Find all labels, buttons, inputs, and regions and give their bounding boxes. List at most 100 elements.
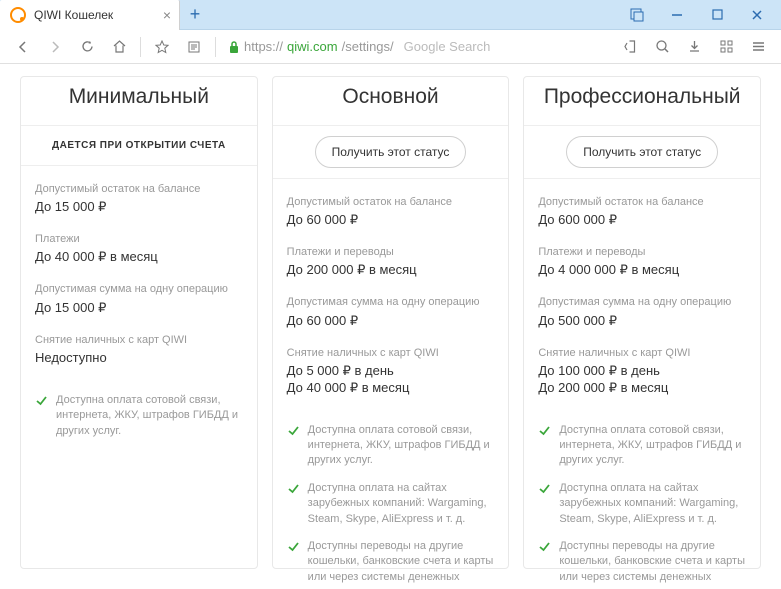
plan-row-label: Допустимый остаток на балансе — [35, 182, 243, 196]
check-icon — [287, 482, 300, 527]
address-bar[interactable]: https:// qiwi.com/settings/ Google Search — [222, 34, 613, 60]
check-icon — [287, 540, 300, 589]
feature-item: Доступны переводы на другие кошельки, ба… — [287, 539, 495, 589]
plan-title: Минимальный — [21, 77, 257, 125]
get-status-button[interactable]: Получить этот статус — [315, 136, 467, 168]
plan-row-label: Допустимый остаток на балансе — [287, 195, 495, 209]
qr-button[interactable] — [615, 32, 645, 62]
feature-text: Доступны переводы на другие кошельки, ба… — [308, 539, 495, 589]
plan-button-wrap: Получить этот статус — [524, 125, 760, 179]
plan-row: Снятие наличных с карт QIWI До 5 000 ₽ в … — [287, 346, 495, 397]
close-button[interactable] — [737, 1, 777, 29]
plan-button-wrap: Получить этот статус — [273, 125, 509, 179]
browser-titlebar: QIWI Кошелек × + — [0, 0, 781, 30]
plan-row-value: До 40 000 ₽ в месяц — [35, 249, 243, 266]
lock-icon — [228, 40, 240, 54]
plan-row-value: До 200 000 ₽ в месяц — [287, 262, 495, 279]
check-icon — [538, 540, 551, 589]
page-content: МинимальныйДАЕТСЯ ПРИ ОТКРЫТИИ СЧЕТАДопу… — [0, 64, 781, 589]
plan-body: Допустимый остаток на балансе До 60 000 ₽… — [273, 179, 509, 423]
plan-row-value: До 4 000 000 ₽ в месяц — [538, 262, 746, 279]
reader-mode-button[interactable] — [179, 32, 209, 62]
browser-tab[interactable]: QIWI Кошелек × — [0, 0, 180, 30]
plan-row: Допустимая сумма на одну операцию До 15 0… — [35, 282, 243, 316]
plan-row-value: До 100 000 ₽ в деньДо 200 000 ₽ в месяц — [538, 363, 746, 397]
plan-row-value: До 5 000 ₽ в деньДо 40 000 ₽ в месяц — [287, 363, 495, 397]
home-button[interactable] — [104, 32, 134, 62]
plan-row: Платежи и переводы До 4 000 000 ₽ в месяц — [538, 245, 746, 279]
plan-row: Допустимая сумма на одну операцию До 500 … — [538, 295, 746, 329]
plan-body: Допустимый остаток на балансе До 15 000 ₽… — [21, 166, 257, 393]
feature-item: Доступна оплата на сайтах зарубежных ком… — [287, 481, 495, 527]
search-button[interactable] — [647, 32, 677, 62]
plan-row: Платежи и переводы До 200 000 ₽ в месяц — [287, 245, 495, 279]
plan-row-label: Платежи и переводы — [538, 245, 746, 259]
plan-current-label: ДАЕТСЯ ПРИ ОТКРЫТИИ СЧЕТА — [21, 125, 257, 166]
window-controls — [617, 0, 781, 29]
plan-row-label: Допустимая сумма на одну операцию — [287, 295, 495, 309]
qiwi-favicon-icon — [10, 7, 26, 23]
feature-item: Доступны переводы на другие кошельки, ба… — [538, 539, 746, 589]
check-icon — [538, 482, 551, 527]
check-icon — [287, 424, 300, 469]
plan-row-value: Недоступно — [35, 350, 243, 367]
plan-column: МинимальныйДАЕТСЯ ПРИ ОТКРЫТИИ СЧЕТАДопу… — [20, 76, 258, 569]
plan-row-label: Снятие наличных с карт QIWI — [287, 346, 495, 360]
plan-row-label: Допустимый остаток на балансе — [538, 195, 746, 209]
close-icon[interactable]: × — [163, 8, 171, 22]
plan-row-label: Допустимая сумма на одну операцию — [35, 282, 243, 296]
feature-item: Доступна оплата на сайтах зарубежных ком… — [538, 481, 746, 527]
plan-row-label: Платежи и переводы — [287, 245, 495, 259]
feature-list: Доступна оплата сотовой связи, интернета… — [21, 393, 257, 461]
url-scheme: https:// — [244, 39, 283, 54]
feature-text: Доступна оплата на сайтах зарубежных ком… — [308, 481, 495, 527]
windows-overlay-icon[interactable] — [617, 1, 657, 29]
url-path: /settings/ — [342, 39, 394, 54]
plan-row-value: До 600 000 ₽ — [538, 212, 746, 229]
menu-button[interactable] — [743, 32, 773, 62]
feature-list: Доступна оплата сотовой связи, интернета… — [273, 423, 509, 589]
plan-title: Профессиональный — [524, 77, 760, 125]
url-domain: qiwi.com — [287, 39, 338, 54]
check-icon — [538, 424, 551, 469]
back-button[interactable] — [8, 32, 38, 62]
reload-button[interactable] — [72, 32, 102, 62]
plan-row-label: Снятие наличных с карт QIWI — [35, 333, 243, 347]
plan-row: Допустимый остаток на балансе До 60 000 ₽ — [287, 195, 495, 229]
extensions-button[interactable] — [711, 32, 741, 62]
feature-text: Доступна оплата на сайтах зарубежных ком… — [559, 481, 746, 527]
plan-column: ОсновнойПолучить этот статусДопустимый о… — [272, 76, 510, 569]
feature-text: Доступна оплата сотовой связи, интернета… — [56, 393, 243, 439]
forward-button[interactable] — [40, 32, 70, 62]
get-status-button[interactable]: Получить этот статус — [566, 136, 718, 168]
feature-item: Доступна оплата сотовой связи, интернета… — [35, 393, 243, 439]
feature-item: Доступна оплата сотовой связи, интернета… — [287, 423, 495, 469]
plan-row: Допустимый остаток на балансе До 600 000 … — [538, 195, 746, 229]
browser-toolbar: https:// qiwi.com/settings/ Google Search — [0, 30, 781, 64]
check-icon — [35, 394, 48, 439]
plan-column: Профессиональный Получить этот статус Допу… — [523, 76, 761, 569]
plan-row: Снятие наличных с карт QIWI До 100 000 ₽ … — [538, 346, 746, 397]
plan-row: Допустимая сумма на одну операцию До 60 0… — [287, 295, 495, 329]
plan-row-label: Снятие наличных с карт QIWI — [538, 346, 746, 360]
plan-row-label: Допустимая сумма на одну операцию — [538, 295, 746, 309]
plan-row: Допустимый остаток на балансе До 15 000 ₽ — [35, 182, 243, 216]
feature-list: Доступна оплата сотовой связи, интернета… — [524, 423, 760, 589]
plan-row-value: До 15 000 ₽ — [35, 300, 243, 317]
feature-text: Доступны переводы на другие кошельки, ба… — [559, 539, 746, 589]
download-button[interactable] — [679, 32, 709, 62]
new-tab-button[interactable]: + — [180, 0, 210, 29]
plan-row: Снятие наличных с карт QIWI Недоступно — [35, 333, 243, 367]
feature-text: Доступна оплата сотовой связи, интернета… — [559, 423, 746, 469]
feature-item: Доступна оплата сотовой связи, интернета… — [538, 423, 746, 469]
minimize-button[interactable] — [657, 1, 697, 29]
plan-row-value: До 60 000 ₽ — [287, 212, 495, 229]
plan-row-value: До 15 000 ₽ — [35, 199, 243, 216]
plan-row-label: Платежи — [35, 232, 243, 246]
bookmark-button[interactable] — [147, 32, 177, 62]
search-placeholder: Google Search — [404, 39, 491, 54]
plan-row-value: До 60 000 ₽ — [287, 313, 495, 330]
tab-title: QIWI Кошелек — [34, 8, 155, 22]
plan-row-value: До 500 000 ₽ — [538, 313, 746, 330]
maximize-button[interactable] — [697, 1, 737, 29]
